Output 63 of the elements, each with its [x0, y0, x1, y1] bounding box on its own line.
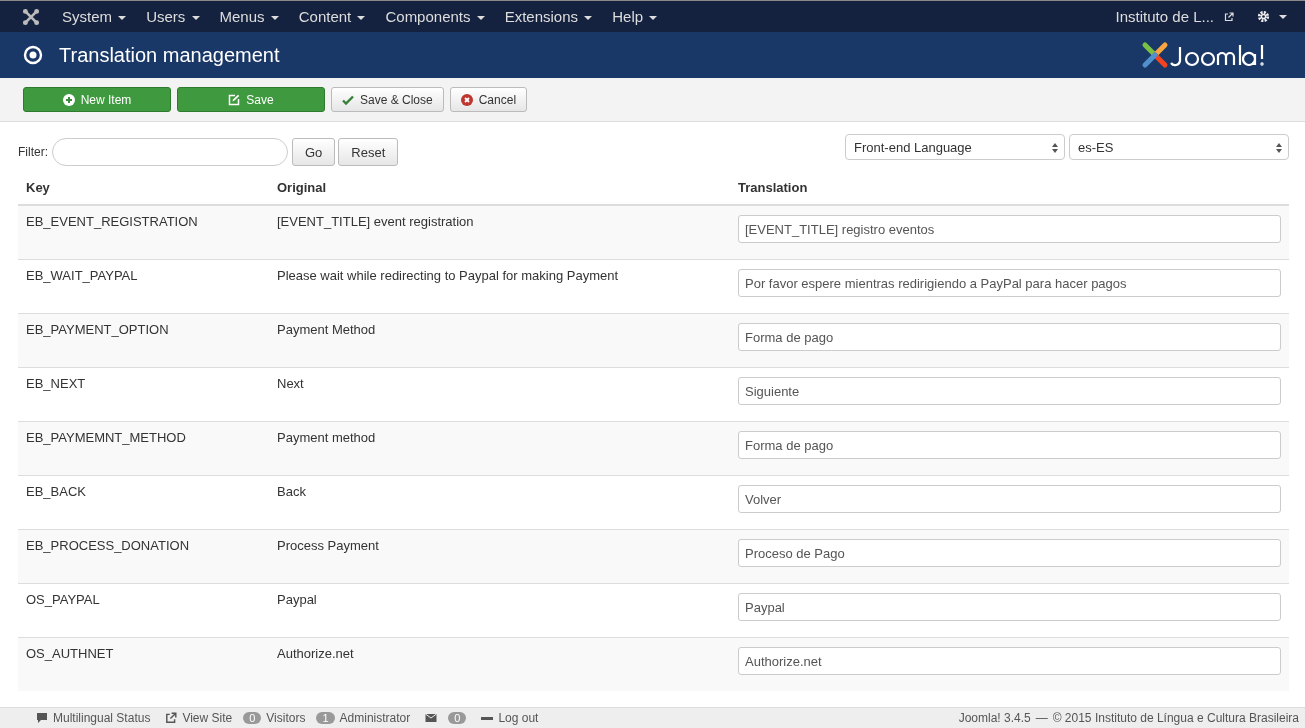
translation-field[interactable]: [EVENT_TITLE] registro eventos	[738, 215, 1281, 243]
admin-count: 1	[316, 712, 335, 724]
close-circle-icon	[460, 93, 473, 106]
translation-field[interactable]: Por favor espere mientras redirigiendo a PayPal para hacer pagos	[738, 269, 1281, 297]
original-cell: Process Payment	[269, 529, 730, 584]
menu-item[interactable]: Content	[288, 8, 376, 25]
toolbar-button[interactable]: New Item	[23, 87, 171, 112]
original-cell: Authorize.net	[269, 637, 730, 691]
external-link-icon	[165, 712, 178, 724]
original-cell: [EVENT_TITLE] event registration	[269, 205, 730, 260]
translation-field[interactable]: Forma de pago	[738, 431, 1281, 459]
menu-item[interactable]: Extensions	[494, 8, 603, 25]
checkmark-icon	[342, 93, 354, 106]
menu-item[interactable]: Users	[136, 8, 210, 25]
translation-field[interactable]: Siguiente	[738, 377, 1281, 405]
edit-icon	[228, 93, 241, 106]
toolbar-button[interactable]: Cancel	[449, 87, 528, 112]
menu-item[interactable]: Help	[602, 8, 668, 25]
original-cell: Payment method	[269, 421, 730, 476]
menu-item[interactable]: Components	[375, 8, 495, 25]
filter-field[interactable]	[52, 138, 288, 166]
logout-link[interactable]: Log out	[498, 711, 539, 725]
external-link-icon	[1224, 11, 1234, 22]
sort-arrows-icon	[1276, 142, 1282, 154]
toolbar-button[interactable]: Save & Close	[331, 87, 444, 112]
locale-select[interactable]: es-ES	[1069, 134, 1289, 160]
version-text: Joomla! 3.4.5	[958, 711, 1031, 725]
visitors-count: 0	[243, 712, 262, 724]
target-icon	[23, 45, 43, 65]
page-title: Translation management	[59, 43, 280, 67]
reset-button[interactable]: Reset	[338, 138, 399, 166]
visitors-label: Visitors	[266, 711, 306, 725]
admin-label: Administrator	[339, 711, 411, 725]
copyright-text: © 2015 Instituto de Língua e Cultura Brasileira	[1052, 711, 1299, 725]
menu-item[interactable]: Menus	[209, 8, 289, 25]
plus-circle-icon	[62, 93, 75, 106]
translation-field[interactable]: Authorize.net	[738, 647, 1281, 675]
multilingual-status-link[interactable]: Multilingual Status	[53, 711, 151, 725]
settings-icon[interactable]	[1256, 9, 1271, 24]
translation-field[interactable]: Volver	[738, 485, 1281, 513]
view-site-link[interactable]: View Site	[182, 711, 233, 725]
key-cell: OS_AUTHNET	[18, 637, 269, 691]
sort-arrows-icon	[1052, 142, 1058, 154]
key-cell: EB_PAYMENT_OPTION	[18, 313, 269, 368]
joomla-logo-icon[interactable]	[22, 7, 40, 26]
filter-label: Filter:	[18, 145, 48, 159]
messages-count: 0	[448, 712, 467, 724]
translation-field[interactable]: Paypal	[738, 593, 1281, 621]
translation-field[interactable]: Proceso de Pago	[738, 539, 1281, 567]
caret-icon[interactable]	[1279, 14, 1287, 19]
key-cell: EB_PROCESS_DONATION	[18, 529, 269, 584]
toolbar-button[interactable]: Save	[177, 87, 325, 112]
envelope-icon	[425, 712, 438, 724]
key-cell: EB_EVENT_REGISTRATION	[18, 205, 269, 260]
separator-text: —	[1035, 711, 1048, 725]
key-cell: EB_PAYMEMNT_METHOD	[18, 421, 269, 476]
go-button[interactable]: Go	[292, 138, 336, 166]
site-link[interactable]: Instituto de L...	[1105, 8, 1224, 25]
translation-field[interactable]: Forma de pago	[738, 323, 1281, 351]
language-select[interactable]: Front-end Language	[845, 134, 1065, 160]
original-cell: Payment Method	[269, 313, 730, 368]
comment-icon	[36, 712, 48, 724]
menu-item[interactable]: System	[52, 8, 137, 25]
